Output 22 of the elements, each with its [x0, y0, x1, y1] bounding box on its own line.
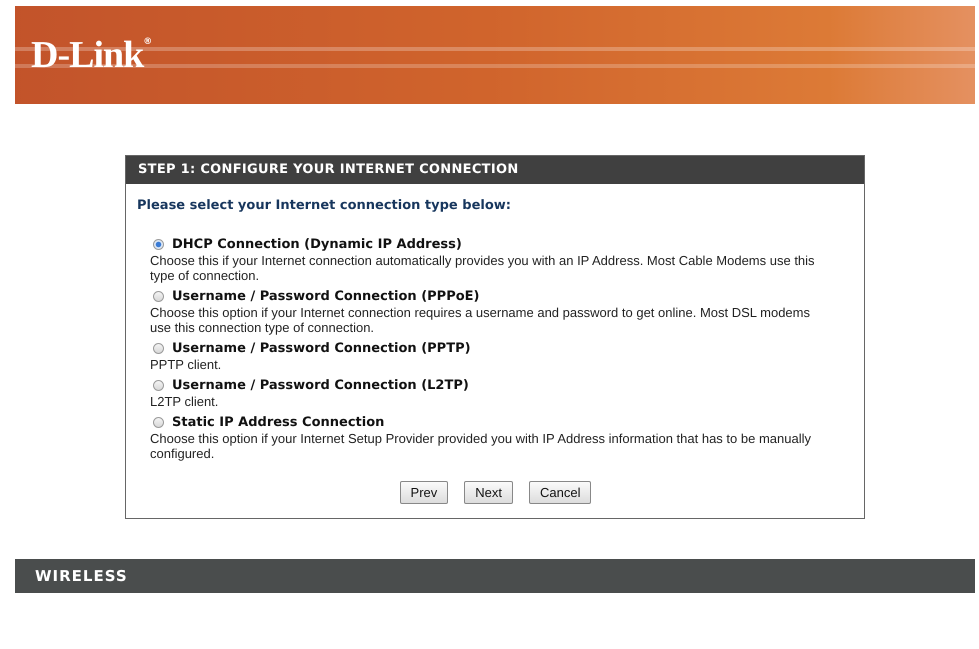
option-label: Static IP Address Connection	[172, 415, 384, 430]
option-label: Username / Password Connection (PPPoE)	[172, 289, 480, 304]
option-description: Choose this option if your Internet connection requires a username and password to get online. Most DSL modems use this connection type of connection.	[150, 305, 811, 335]
option-label: DHCP Connection (Dynamic IP Address)	[172, 237, 462, 252]
radio-button[interactable]	[153, 417, 164, 428]
wizard-button[interactable]: Prev	[400, 481, 448, 504]
radio-button[interactable]	[153, 343, 164, 354]
radio-button[interactable]	[153, 239, 164, 250]
radio-button[interactable]	[153, 380, 164, 391]
prompt-text: Please select your Internet connection type below:	[137, 198, 512, 213]
brand-logo: D-Link®	[31, 33, 152, 77]
option-description: Choose this if your Internet connection automatically provides you with an IP Address. Most Cable Modems use this type of connection.	[150, 253, 816, 283]
section-title: WIRELESS	[15, 559, 975, 593]
wizard-button[interactable]: Cancel	[529, 481, 592, 504]
wizard-button[interactable]: Next	[464, 481, 513, 504]
option-label: Username / Password Connection (L2TP)	[172, 378, 469, 393]
option-description: L2TP client.	[150, 394, 220, 409]
radio-button[interactable]	[153, 291, 164, 302]
option-description: Choose this option if your Internet Setup Provider provided you with IP Address information that has to be manually configured.	[150, 431, 812, 461]
panel-title: STEP 1: CONFIGURE YOUR INTERNET CONNECTION	[126, 156, 864, 184]
option-label: Username / Password Connection (PPTP)	[172, 341, 471, 356]
option-description: PPTP client.	[150, 357, 222, 372]
